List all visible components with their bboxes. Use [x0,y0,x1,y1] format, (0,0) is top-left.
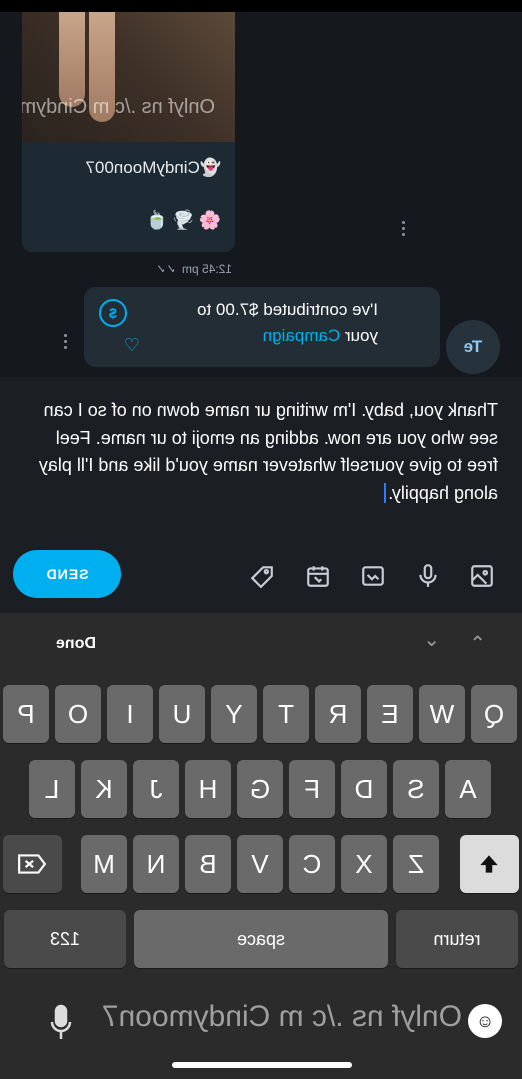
status-bar [0,0,522,12]
key-e[interactable]: E [367,685,413,743]
key-k[interactable]: K [81,760,127,818]
chevron-up-icon[interactable]: ⌃ [458,631,486,657]
message-time: 12:45 pm✓✓ [155,262,232,276]
dictation-microphone-icon[interactable] [50,1002,72,1042]
keyboard-accessory-bar: ⌃ ⌄ Done [0,613,522,675]
microphone-icon[interactable] [414,562,442,590]
key-q[interactable]: Q [471,685,517,743]
key-b[interactable]: B [185,835,231,893]
tip-text: I've contributed $7.00 to your Campaign [138,297,378,349]
schedule-icon[interactable] [304,562,332,590]
tip-line-2: your Campaign [262,326,378,345]
key-d[interactable]: D [341,760,387,818]
price-tag-icon[interactable] [248,562,276,590]
return-key[interactable]: return [396,910,518,968]
key-j[interactable]: J [133,760,179,818]
shift-key[interactable] [460,835,519,893]
numbers-key[interactable]: 123 [4,910,126,968]
tip-message: $ I've contributed $7.00 to your Campaig… [84,287,440,367]
heart-icon[interactable]: ♡ [124,335,140,356]
key-g[interactable]: G [237,760,283,818]
media-caption: 👻CindyMoon007 [85,158,221,177]
chat-area: Onlyf ns ./c m Cindymoon7 👻CindyMoon007 … [0,12,522,377]
key-n[interactable]: N [133,835,179,893]
read-ticks-icon: ✓✓ [155,262,176,276]
media-message[interactable]: Onlyf ns ./c m Cindymoon7 👻CindyMoon007 … [22,12,235,252]
message-input[interactable]: Thank you, baby. I'm writing ur name dow… [24,397,498,507]
key-z[interactable]: Z [393,835,439,893]
key-o[interactable]: O [55,685,101,743]
photo-detail [59,12,85,107]
space-key[interactable]: space [134,910,388,968]
done-button[interactable]: Done [56,635,96,653]
vault-icon[interactable] [359,562,387,590]
key-f[interactable]: F [289,760,335,818]
bottom-watermark: Onlyf ns ./c m Cindymoon7 [101,1000,462,1033]
key-h[interactable]: H [185,760,231,818]
key-y[interactable]: Y [211,685,257,743]
key-p[interactable]: P [3,685,49,743]
key-l[interactable]: L [29,760,75,818]
text-caret [384,482,387,503]
photo-watermark: Onlyf ns ./c m Cindymoon7 [22,96,215,118]
chevron-down-icon[interactable]: ⌄ [412,627,440,653]
tip-options-icon[interactable] [64,334,68,352]
key-u[interactable]: U [159,685,205,743]
mirrored-screen: Onlyf ns ./c m Cindymoon7 👻CindyMoon007 … [0,0,522,1079]
key-v[interactable]: V [237,835,283,893]
key-a[interactable]: A [445,760,491,818]
image-icon[interactable] [468,562,496,590]
key-s[interactable]: S [393,760,439,818]
key-w[interactable]: W [419,685,465,743]
key-m[interactable]: M [81,835,127,893]
key-c[interactable]: C [289,835,335,893]
send-button[interactable]: SEND [13,550,121,598]
message-composer: Thank you, baby. I'm writing ur name dow… [0,377,522,613]
key-x[interactable]: X [341,835,387,893]
key-i[interactable]: I [107,685,153,743]
key-t[interactable]: T [263,685,309,743]
campaign-link[interactable]: Campaign [263,326,341,345]
key-r[interactable]: R [315,685,361,743]
tip-line-1: I've contributed $7.00 to [197,300,378,319]
avatar[interactable]: Te [446,320,500,374]
media-options-icon[interactable] [402,221,406,239]
media-emojis: 🌸🌪️🍵 [141,210,221,230]
backspace-key[interactable] [3,835,62,893]
home-indicator[interactable] [172,1062,352,1068]
media-photo[interactable]: Onlyf ns ./c m Cindymoon7 [22,12,235,142]
dollar-icon: $ [99,299,127,327]
